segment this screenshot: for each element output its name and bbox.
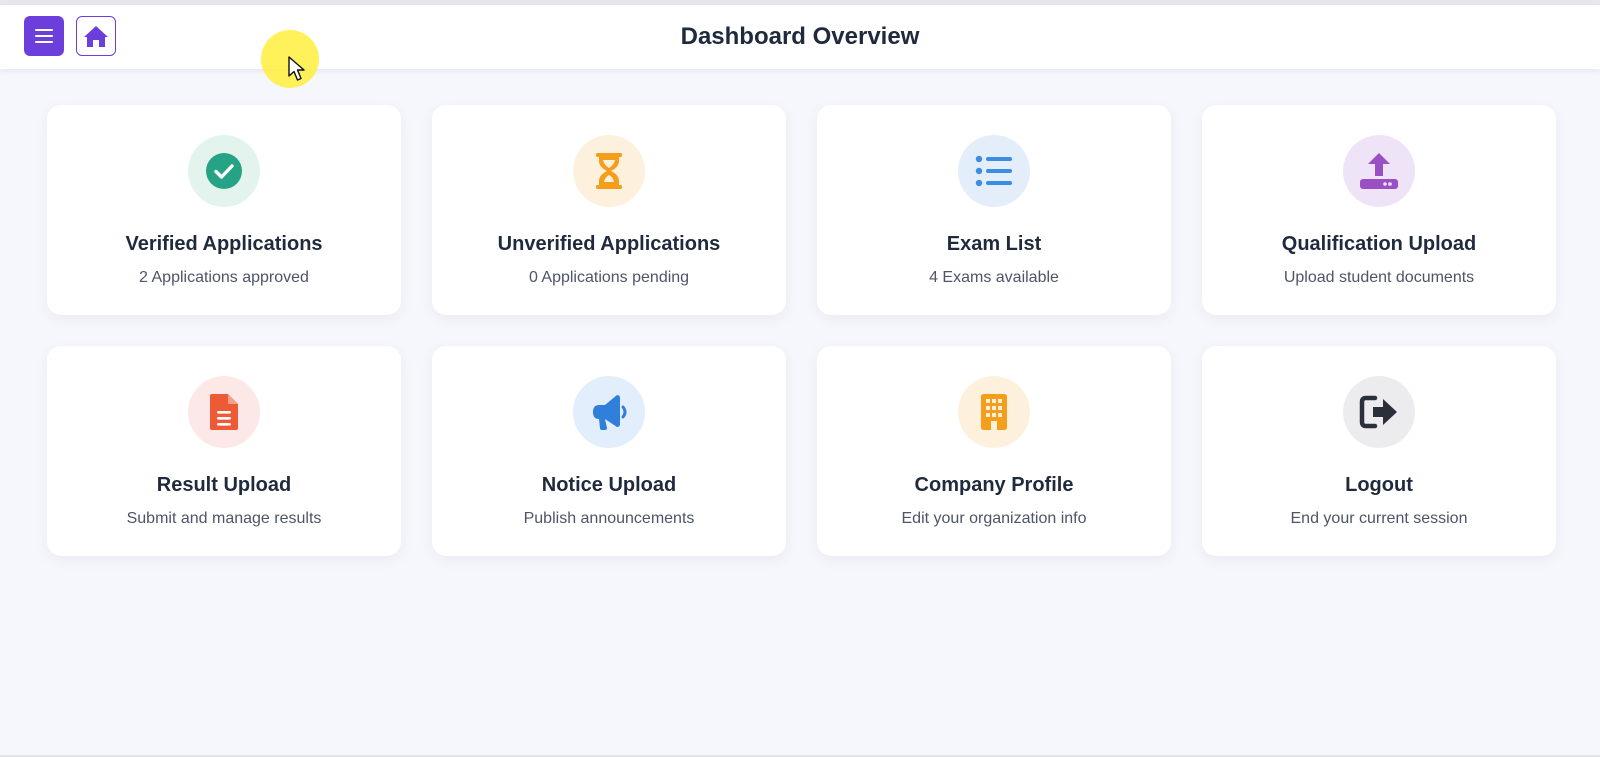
card-subtitle: 0 Applications pending xyxy=(528,269,690,286)
card-icon-circle xyxy=(188,135,260,207)
card-title: Unverified Applications xyxy=(497,233,721,255)
card-title: Notice Upload xyxy=(541,474,677,496)
card-icon-circle xyxy=(958,135,1030,207)
card-subtitle: End your current session xyxy=(1290,510,1468,527)
mouse-pointer-icon xyxy=(288,56,305,81)
list-icon xyxy=(975,155,1012,187)
card-subtitle: Submit and manage results xyxy=(126,510,322,527)
card-icon-circle xyxy=(1343,376,1415,448)
card-company-profile[interactable]: Company Profile Edit your organization i… xyxy=(817,346,1171,556)
card-icon-circle xyxy=(188,376,260,448)
card-qualification-upload[interactable]: Qualification Upload Upload student docu… xyxy=(1202,105,1556,315)
card-verified-applications[interactable]: Verified Applications 2 Applications app… xyxy=(47,105,401,315)
menu-icon xyxy=(35,29,53,43)
logout-icon xyxy=(1359,395,1397,429)
card-icon-circle xyxy=(573,376,645,448)
card-subtitle: Upload student documents xyxy=(1283,269,1475,286)
card-title: Qualification Upload xyxy=(1281,233,1477,255)
file-icon xyxy=(210,394,238,430)
card-title: Result Upload xyxy=(156,474,292,496)
card-icon-circle xyxy=(1343,135,1415,207)
page-title: Dashboard Overview xyxy=(680,23,920,50)
card-icon-circle xyxy=(958,376,1030,448)
upload-icon xyxy=(1360,153,1398,189)
building-icon xyxy=(981,394,1007,430)
card-logout[interactable]: Logout End your current session xyxy=(1202,346,1556,556)
card-subtitle: 4 Exams available xyxy=(929,269,1059,286)
card-title: Exam List xyxy=(946,233,1042,255)
megaphone-icon xyxy=(593,395,627,430)
hourglass-icon xyxy=(596,153,622,189)
card-subtitle: Edit your organization info xyxy=(901,510,1087,527)
card-result-upload[interactable]: Result Upload Submit and manage results xyxy=(47,346,401,556)
card-title: Logout xyxy=(1345,474,1413,496)
card-exam-list[interactable]: Exam List 4 Exams available xyxy=(817,105,1171,315)
dashboard-card-grid: Verified Applications 2 Applications app… xyxy=(47,105,1556,556)
home-button[interactable] xyxy=(76,16,116,56)
card-subtitle: 2 Applications approved xyxy=(139,269,309,286)
card-title: Company Profile xyxy=(914,474,1074,496)
top-header: Dashboard Overview xyxy=(0,5,1600,69)
card-icon-circle xyxy=(573,135,645,207)
card-unverified-applications[interactable]: Unverified Applications 0 Applications p… xyxy=(432,105,786,315)
menu-button[interactable] xyxy=(24,16,64,56)
card-title: Verified Applications xyxy=(125,233,323,255)
card-subtitle: Publish announcements xyxy=(523,510,695,527)
check-circle-icon xyxy=(206,153,242,189)
home-icon xyxy=(84,26,108,47)
card-notice-upload[interactable]: Notice Upload Publish announcements xyxy=(432,346,786,556)
